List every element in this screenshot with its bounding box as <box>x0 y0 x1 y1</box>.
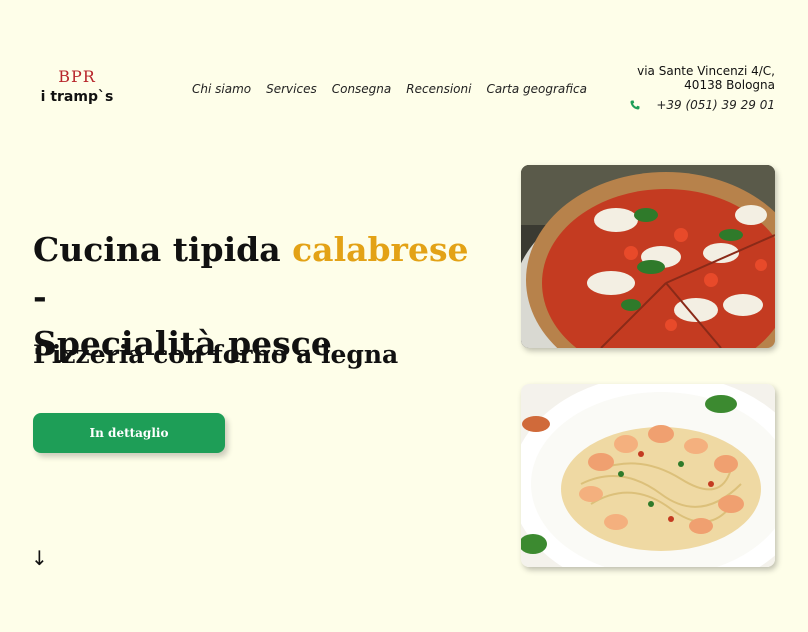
logo-brand: BPR <box>58 67 96 86</box>
logo-name: i tramp`s <box>40 89 114 105</box>
nav-item-consegna[interactable]: Consegna <box>332 82 392 96</box>
pasta-image <box>521 384 775 567</box>
pasta-illustration <box>521 384 775 567</box>
pizza-illustration <box>521 165 775 348</box>
nav-item-chi-siamo[interactable]: Chi siamo <box>192 82 251 96</box>
nav-item-carta-geografica[interactable]: Carta geografica <box>486 82 587 96</box>
nav-item-services[interactable]: Services <box>266 82 317 96</box>
contact-info: via Sante Vincenzi 4/C, 40138 Bologna +3… <box>630 64 775 112</box>
hero-title-part2: - <box>33 277 47 316</box>
nav-item-recensioni[interactable]: Recensioni <box>406 82 471 96</box>
details-button[interactable]: In dettaglio <box>33 413 225 453</box>
arrow-down-icon[interactable]: ↓ <box>31 546 48 570</box>
address-line-2: 40138 Bologna <box>684 78 775 92</box>
phone-number[interactable]: +39 (051) 39 29 01 <box>656 98 775 112</box>
phone-icon <box>630 100 640 110</box>
logo[interactable]: BPR i tramp`s <box>37 68 117 106</box>
pizza-image <box>521 165 775 348</box>
phone-row[interactable]: +39 (051) 39 29 01 <box>630 98 775 112</box>
hero-title-part1: Cucina tipida <box>33 230 293 269</box>
hero-title-accent: calabrese <box>292 230 469 269</box>
main-nav: Chi siamo Services Consegna Recensioni C… <box>192 82 587 96</box>
hero-subtitle: Pizzeria con forno a legna <box>33 340 399 369</box>
address-line-1: via Sante Vincenzi 4/C, <box>637 64 775 78</box>
